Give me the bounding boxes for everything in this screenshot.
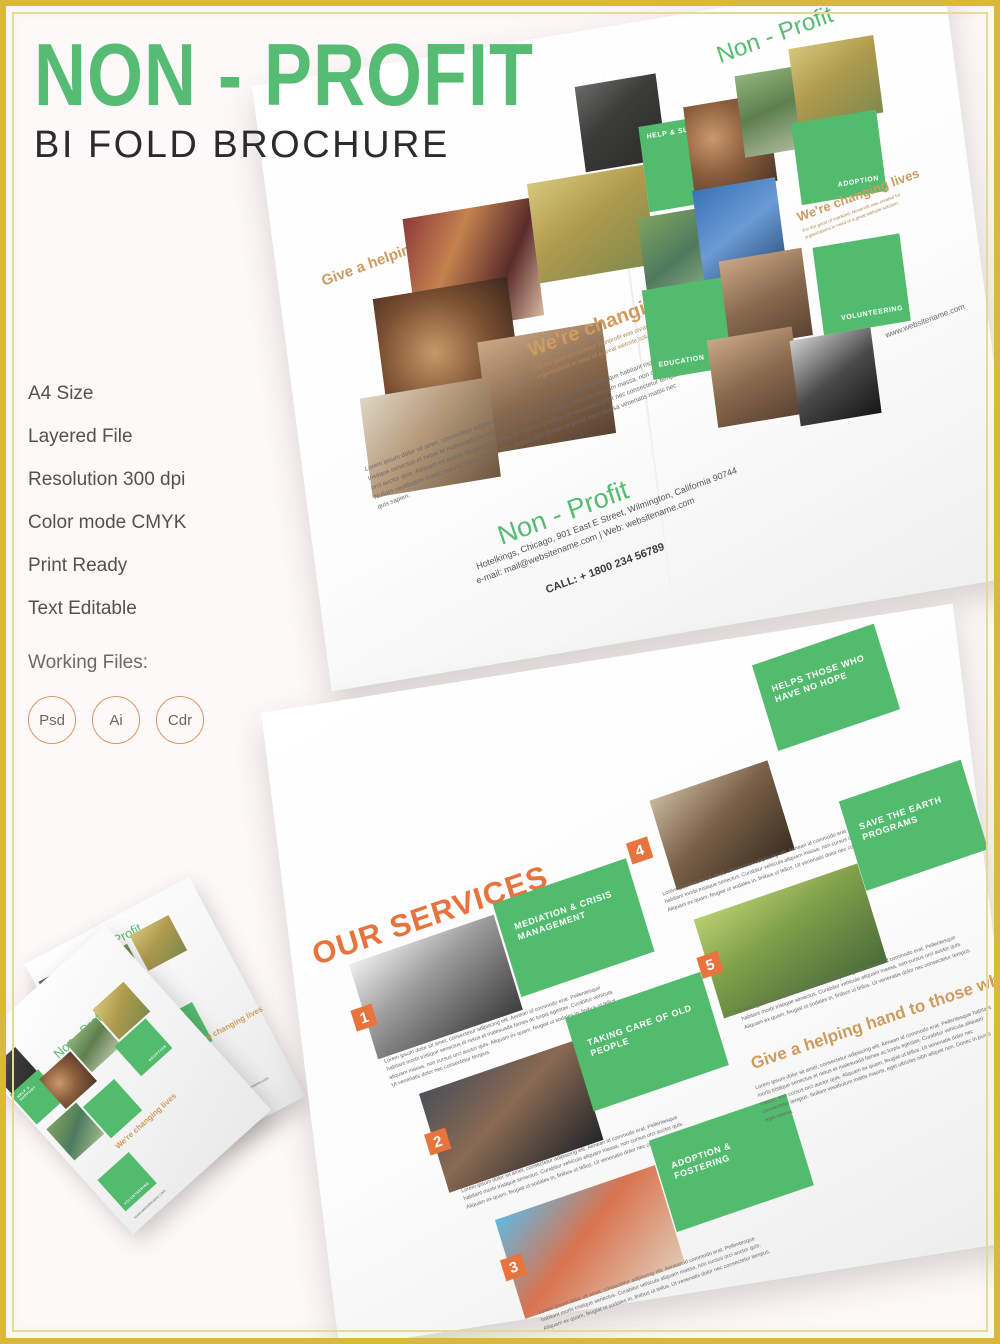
service-4-title: HELPS THOSE WHO HAVE NO HOPE (770, 652, 866, 705)
spec-item: Color mode CMYK (28, 512, 187, 533)
service-2-title: TAKING CARE OF OLD PEOPLE (586, 1002, 693, 1059)
label-education: Education (658, 354, 706, 370)
format-badge-psd[interactable]: Psd (28, 696, 76, 744)
page-title: NON - PROFIT (34, 26, 534, 125)
thumb-label-adoption: Adoption (147, 1043, 168, 1063)
label-volunteering: Volunteering (840, 305, 904, 323)
service-1-title: MEDIATION & CRISIS MANAGEMENT (513, 888, 614, 943)
service-4-label-block: HELPS THOSE WHO HAVE NO HOPE (752, 623, 901, 751)
format-badge-cdr[interactable]: Cdr (156, 696, 204, 744)
spec-item: Text Editable (28, 598, 137, 619)
service-4-number: 4 (625, 836, 654, 865)
brochure-thumbnail-stack: Non - Profit Education Volunteering We'r… (6, 876, 314, 1235)
page-header: NON - PROFIT BI FOLD BROCHURE (34, 26, 534, 167)
preview-page: NON - PROFIT BI FOLD BROCHURE A4 Size La… (0, 0, 1000, 1344)
label-block-volunteering: Volunteering (812, 233, 911, 336)
file-format-badges: Psd Ai Cdr (28, 696, 204, 744)
working-files-label: Working Files: (28, 652, 149, 673)
service-5-label-block: SAVE THE EARTH PROGRAMS (838, 759, 989, 891)
spec-item: Layered File (28, 426, 133, 447)
brochure-inside-mockup: OUR SERVICES MEDIATION & CRISIS MANAGEME… (261, 603, 994, 1338)
format-badge-ai[interactable]: Ai (92, 696, 140, 744)
spec-item: Resolution 300 dpi (28, 469, 186, 490)
photo-bw-performer (789, 327, 882, 427)
spec-list: A4 Size Layered File Resolution 300 dpi … (28, 384, 204, 744)
photo-raised-hand (526, 164, 657, 284)
spec-item: A4 Size (28, 383, 94, 404)
page-subtitle: BI FOLD BROCHURE (34, 124, 450, 167)
spec-item: Print Ready (28, 555, 128, 576)
service-3-title: ADOPTION & FOSTERING (669, 1140, 733, 1182)
service-5-title: SAVE THE EARTH PROGRAMS (857, 794, 943, 843)
inside-sheet: OUR SERVICES MEDIATION & CRISIS MANAGEME… (261, 603, 994, 1338)
